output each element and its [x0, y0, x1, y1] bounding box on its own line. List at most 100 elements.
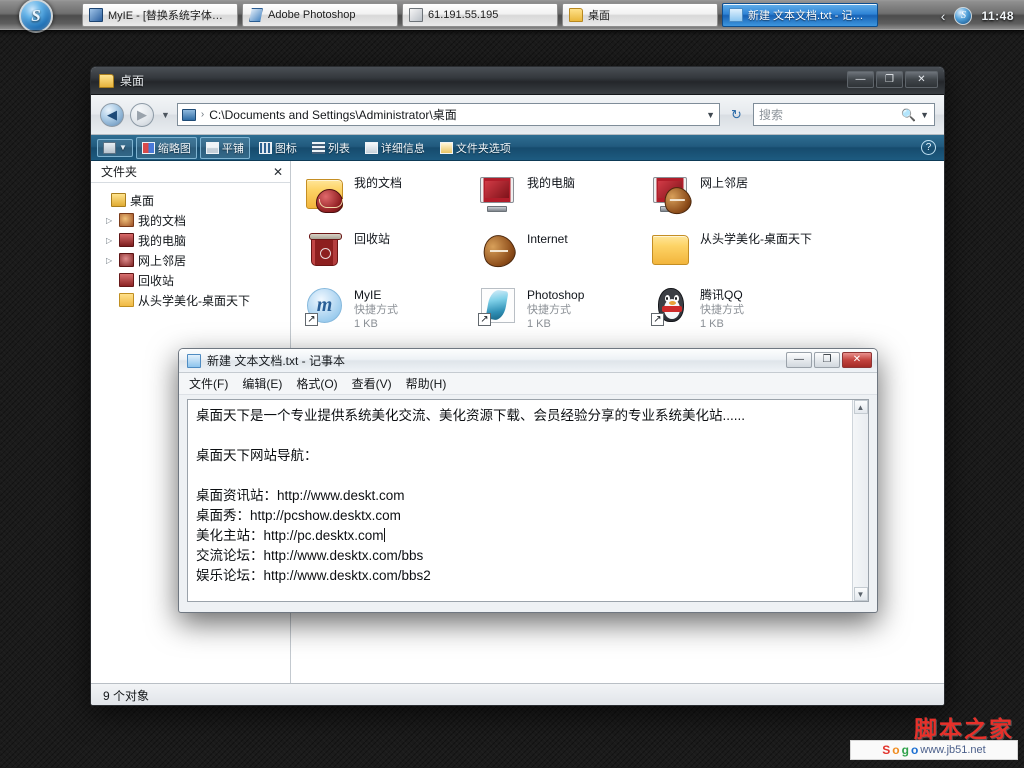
file-item-name: Photoshop [527, 288, 584, 303]
recycle-bin-icon [119, 273, 134, 287]
chevron-down-icon[interactable]: ▼ [706, 110, 715, 120]
watermark-url: www.jb51.net [920, 744, 985, 756]
file-item-name: 从头学美化-桌面天下 [700, 232, 812, 247]
file-item-my-computer[interactable]: 我的电脑 [478, 173, 651, 229]
notepad-window: 新建 文本文档.txt - 记事本 — ❐ ✕ 文件(F) 编辑(E) 格式(O… [178, 348, 878, 613]
shortcut-arrow-icon: ↗ [305, 313, 318, 326]
help-button[interactable]: ? [921, 140, 936, 155]
file-item-network[interactable]: 网上邻居 [651, 173, 824, 229]
notepad-titlebar[interactable]: 新建 文本文档.txt - 记事本 — ❐ ✕ [179, 349, 877, 373]
close-button[interactable]: ✕ [842, 352, 872, 368]
start-orb-icon: S [19, 0, 53, 33]
view-thumbnails-button[interactable]: 缩略图 [136, 137, 197, 159]
close-button[interactable]: ✕ [905, 71, 938, 88]
toolbar-button-label: 列表 [328, 140, 350, 156]
file-item-size: 1 KB [700, 317, 744, 331]
notepad-scrollbar[interactable]: ▲ ▼ [852, 400, 868, 601]
chevron-down-icon: ▼ [119, 143, 127, 152]
folder-icon [569, 8, 583, 22]
scroll-down-icon[interactable]: ▼ [854, 587, 868, 601]
minimize-button[interactable]: — [847, 71, 874, 88]
file-item-name: MyIE [354, 288, 398, 303]
notepad-text[interactable]: 桌面天下是一个专业提供系统美化交流、美化资源下载、会员经验分享的专业系统美化站.… [188, 400, 852, 601]
qq-penguin-icon: ↗ [651, 286, 691, 326]
tree-item-network[interactable]: ▷ 网上邻居 [98, 250, 290, 270]
tree-item-beautify-folder[interactable]: 从头学美化-桌面天下 [98, 290, 290, 310]
menu-file[interactable]: 文件(F) [189, 375, 228, 392]
tree-item-recycle-bin[interactable]: 回收站 [98, 270, 290, 290]
tree-item-label: 桌面 [130, 192, 154, 209]
scroll-up-icon[interactable]: ▲ [854, 400, 868, 414]
network-icon [651, 174, 691, 214]
explorer-title: 桌面 [120, 72, 144, 89]
expander-icon[interactable]: ▷ [106, 216, 115, 225]
notepad-editor[interactable]: 桌面天下是一个专业提供系统美化交流、美化资源下载、会员经验分享的专业系统美化站.… [187, 399, 869, 602]
folder-icon [99, 74, 114, 88]
views-button[interactable]: ▼ [97, 139, 133, 157]
view-list-button[interactable]: 列表 [306, 137, 356, 159]
chevron-down-icon[interactable]: ▼ [920, 110, 929, 120]
view-icons-button[interactable]: 图标 [253, 137, 303, 159]
tree-item-label: 从头学美化-桌面天下 [138, 292, 250, 309]
refresh-button[interactable]: ↻ [726, 104, 747, 125]
explorer-titlebar[interactable]: 桌面 — ❐ ✕ [91, 67, 944, 95]
search-placeholder: 搜索 [759, 106, 901, 123]
computer-icon [182, 109, 196, 121]
file-item-beautify-folder[interactable]: 从头学美化-桌面天下 [651, 229, 824, 285]
my-documents-icon [119, 213, 134, 227]
tray-app-icon[interactable]: S [954, 7, 972, 25]
taskbar-item-myie[interactable]: MyIE - [替换系统字体为微软雅... [82, 3, 238, 27]
menu-view[interactable]: 查看(V) [352, 375, 392, 392]
back-button[interactable]: ◀ [100, 103, 124, 127]
status-bar: 9 个对象 [91, 683, 944, 706]
search-input[interactable]: 搜索 🔍 ▼ [753, 103, 935, 126]
file-item-myie[interactable]: m ↗ MyIE 快捷方式 1 KB [305, 285, 478, 341]
notepad-icon [729, 8, 743, 22]
watermark-logo-s: S [882, 743, 890, 757]
tree-item-my-documents[interactable]: ▷ 我的文档 [98, 210, 290, 230]
taskbar-item-remote-desktop[interactable]: 61.191.55.195 [402, 3, 558, 27]
file-item-internet[interactable]: Internet [478, 229, 651, 285]
notepad-window-controls: — ❐ ✕ [786, 352, 872, 368]
view-tiles-button[interactable]: 平铺 [200, 137, 250, 159]
forward-button[interactable]: ▶ [130, 103, 154, 127]
desktop-icon [111, 193, 126, 207]
tree-item-my-computer[interactable]: ▷ 我的电脑 [98, 230, 290, 250]
network-icon [119, 253, 134, 267]
toolbar-button-label: 图标 [275, 140, 297, 156]
expander-icon[interactable]: ▷ [106, 256, 115, 265]
close-icon[interactable]: ✕ [273, 165, 283, 179]
address-input[interactable]: › C:\Documents and Settings\Administrato… [177, 103, 720, 126]
menu-help[interactable]: 帮助(H) [406, 375, 447, 392]
tree-item-desktop[interactable]: 桌面 [98, 190, 290, 210]
notepad-text-before-caret: 桌面天下是一个专业提供系统美化交流、美化资源下载、会员经验分享的专业系统美化站.… [196, 408, 745, 543]
tray-expand-icon[interactable]: ‹ [941, 8, 946, 24]
expander-icon[interactable]: ▷ [106, 236, 115, 245]
file-item-size: 1 KB [354, 317, 398, 331]
file-item-photoshop[interactable]: ↗ Photoshop 快捷方式 1 KB [478, 285, 651, 341]
minimize-button[interactable]: — [786, 352, 812, 368]
watermark-cn-text: 脚本之家 [914, 710, 1014, 744]
folders-pane-header: 文件夹 ✕ [91, 161, 290, 183]
recent-pages-dropdown-icon[interactable]: ▼ [160, 110, 171, 120]
file-item-recycle-bin[interactable]: 回收站 [305, 229, 478, 285]
start-button[interactable]: S [8, 0, 64, 34]
file-item-qq[interactable]: ↗ 腾讯QQ 快捷方式 1 KB [651, 285, 824, 341]
menu-format[interactable]: 格式(O) [296, 375, 337, 392]
maximize-button[interactable]: ❐ [876, 71, 903, 88]
notepad-icon [187, 354, 201, 368]
view-details-button[interactable]: 详细信息 [359, 137, 431, 159]
folders-pane-title: 文件夹 [101, 163, 137, 180]
photoshop-icon: ↗ [478, 286, 518, 326]
notepad-title: 新建 文本文档.txt - 记事本 [207, 352, 345, 369]
taskbar-item-notepad[interactable]: 新建 文本文档.txt - 记事本 [722, 3, 878, 27]
notepad-menubar: 文件(F) 编辑(E) 格式(O) 查看(V) 帮助(H) [179, 373, 877, 395]
maximize-button[interactable]: ❐ [814, 352, 840, 368]
taskbar-item-desktop-folder[interactable]: 桌面 [562, 3, 718, 27]
clock[interactable]: 11:48 [981, 9, 1014, 23]
menu-edit[interactable]: 编辑(E) [242, 375, 282, 392]
thumbnails-icon [142, 142, 155, 154]
folder-options-button[interactable]: 文件夹选项 [434, 137, 517, 159]
file-item-my-documents[interactable]: 我的文档 [305, 173, 478, 229]
taskbar-item-photoshop[interactable]: Adobe Photoshop [242, 3, 398, 27]
